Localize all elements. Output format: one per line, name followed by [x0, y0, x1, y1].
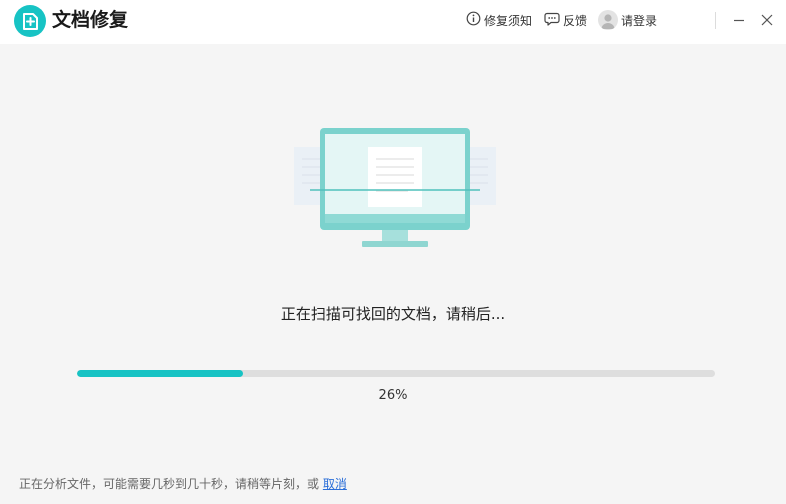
scan-progress-percent: 26% — [378, 388, 408, 403]
titlebar-divider — [715, 12, 716, 29]
document-plus-icon — [14, 5, 46, 37]
close-button[interactable] — [757, 10, 777, 30]
repair-notice-label: 修复须知 — [484, 13, 533, 28]
monitor-scanning-documents-icon — [290, 125, 500, 255]
login-label: 请登录 — [621, 13, 658, 28]
scan-progress-bar — [77, 370, 715, 377]
user-avatar-icon — [598, 10, 618, 30]
app-window: 文档修复 修复须知 反馈 请登录 正在扫描可找回的文档，请稍后... 26% 正… — [0, 0, 786, 504]
footer-message: 正在分析文件，可能需要几秒到几十秒，请稍等片刻，或 取消 — [19, 475, 347, 493]
footer-message-text: 正在分析文件，可能需要几秒到几十秒，请稍等片刻，或 — [19, 477, 320, 491]
feedback-button[interactable]: 反馈 — [544, 10, 587, 30]
info-circle-icon — [466, 11, 481, 29]
app-title: 文档修复 — [52, 9, 129, 31]
login-button[interactable]: 请登录 — [598, 10, 657, 30]
title-bar: 文档修复 修复须知 反馈 请登录 — [0, 0, 786, 44]
minimize-icon — [729, 15, 749, 34]
scan-status-text: 正在扫描可找回的文档，请稍后... — [280, 305, 506, 323]
feedback-label: 反馈 — [563, 13, 588, 28]
close-icon — [757, 14, 777, 34]
minimize-button[interactable] — [729, 10, 749, 30]
chat-bubble-icon — [544, 11, 560, 29]
scan-progress-fill — [77, 370, 243, 377]
cancel-link[interactable]: 取消 — [323, 477, 347, 491]
repair-notice-button[interactable]: 修复须知 — [466, 10, 532, 30]
